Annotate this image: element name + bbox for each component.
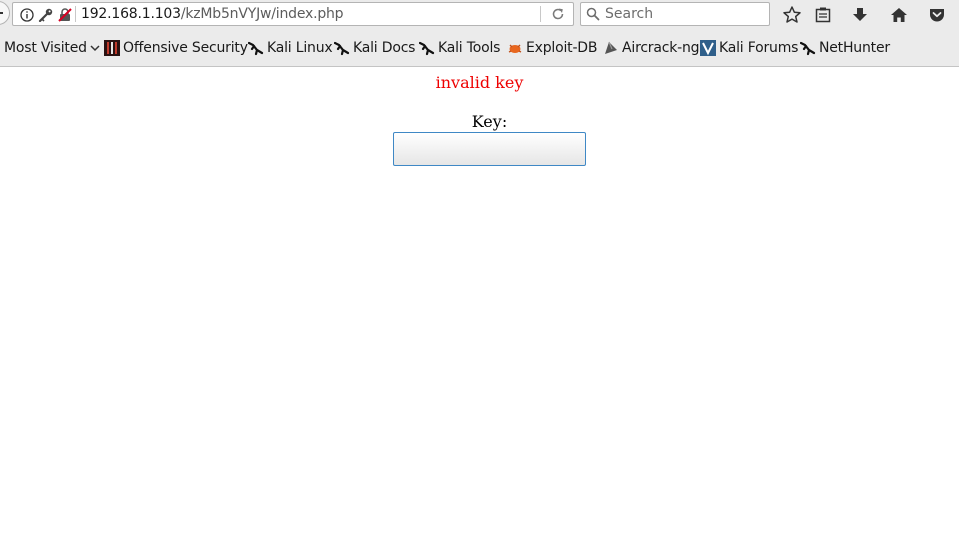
bookmark-label: Kali Docs bbox=[353, 40, 416, 56]
kali-dragon-icon bbox=[334, 41, 350, 56]
kali-dragon-icon bbox=[419, 41, 435, 56]
bookmark-label: Kali Linux bbox=[267, 40, 333, 56]
kali-forums-icon bbox=[700, 40, 716, 56]
exploit-db-bug-icon bbox=[508, 44, 522, 53]
clipboard-icon bbox=[815, 7, 831, 23]
url-bar[interactable]: 192.168.1.103/kzMb5nVYJw/index.php bbox=[12, 2, 574, 26]
bookmark-kali-tools[interactable]: Kali Tools bbox=[419, 30, 500, 66]
info-icon bbox=[20, 8, 34, 22]
back-button[interactable] bbox=[0, 1, 10, 25]
search-bar[interactable] bbox=[580, 2, 770, 26]
chevron-down-icon bbox=[90, 45, 100, 52]
bookmarks-toolbar: Most Visited Offensive Security Kali Lin… bbox=[0, 30, 959, 67]
reading-list-button[interactable] bbox=[812, 4, 834, 26]
bookmark-star-button[interactable] bbox=[781, 4, 803, 26]
bookmark-label: NetHunter bbox=[819, 40, 890, 56]
aircrack-icon bbox=[605, 41, 617, 54]
bookmark-kali-linux[interactable]: Kali Linux bbox=[248, 30, 333, 66]
key-label: Key: bbox=[471, 112, 508, 131]
downloads-button[interactable] bbox=[849, 4, 871, 26]
error-message: invalid key bbox=[435, 73, 524, 92]
bookmark-label: Most Visited bbox=[4, 40, 87, 56]
reload-divider bbox=[540, 6, 541, 22]
bookmark-aircrack-ng[interactable]: Aircrack-ng bbox=[603, 30, 700, 66]
navigation-toolbar: 192.168.1.103/kzMb5nVYJw/index.php bbox=[0, 0, 959, 30]
bookmark-label: Offensive Security bbox=[123, 40, 248, 56]
home-button[interactable] bbox=[888, 4, 910, 26]
bookmark-offensive-security[interactable]: Offensive Security bbox=[104, 30, 248, 66]
download-arrow-icon bbox=[853, 8, 867, 21]
identity-divider bbox=[75, 6, 76, 22]
url-path: /kzMb5nVYJw/index.php bbox=[180, 6, 344, 22]
bookmark-nethunter[interactable]: NetHunter bbox=[800, 30, 890, 66]
bookmark-label: Exploit-DB bbox=[526, 40, 598, 56]
pocket-button[interactable] bbox=[926, 4, 948, 26]
bookmark-label: Kali Tools bbox=[438, 40, 501, 56]
bookmark-kali-docs[interactable]: Kali Docs bbox=[334, 30, 415, 66]
bookmark-kali-forums[interactable]: Kali Forums bbox=[700, 30, 798, 66]
search-input[interactable] bbox=[605, 5, 763, 23]
key-input[interactable] bbox=[393, 132, 586, 166]
reload-icon[interactable] bbox=[550, 6, 566, 22]
bookmark-most-visited[interactable]: Most Visited bbox=[4, 30, 100, 66]
key-icon bbox=[38, 8, 53, 22]
url-host: 192.168.1.103 bbox=[81, 6, 181, 22]
bookmark-label: Kali Forums bbox=[719, 40, 799, 56]
pocket-icon bbox=[930, 9, 944, 22]
url-text[interactable]: 192.168.1.103/kzMb5nVYJw/index.php bbox=[81, 5, 344, 23]
star-icon bbox=[783, 6, 801, 23]
bookmark-exploit-db[interactable]: Exploit-DB bbox=[507, 30, 597, 66]
offensive-security-icon bbox=[104, 40, 120, 56]
home-icon bbox=[891, 8, 907, 22]
insecure-connection-icon bbox=[58, 8, 72, 22]
kali-dragon-icon bbox=[248, 41, 264, 56]
identity-box[interactable] bbox=[20, 7, 72, 23]
bookmark-label: Aircrack-ng bbox=[622, 40, 700, 56]
search-icon bbox=[586, 7, 600, 21]
kali-dragon-icon bbox=[800, 41, 816, 56]
